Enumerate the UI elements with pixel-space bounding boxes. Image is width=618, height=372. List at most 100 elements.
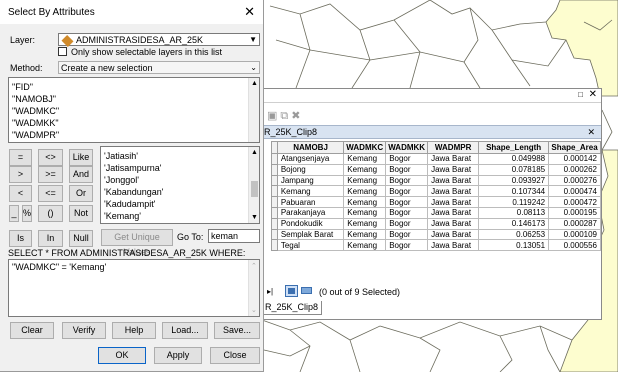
operator-and-button[interactable]: And bbox=[69, 166, 93, 183]
operator-less-than-button[interactable]: < bbox=[9, 185, 32, 202]
delete-icon[interactable]: ✖ bbox=[291, 110, 303, 122]
table-cell: 0.000262 bbox=[548, 163, 601, 176]
value-item[interactable]: 'Kabandungan' bbox=[101, 186, 259, 198]
operator-less-equal-button[interactable]: <= bbox=[38, 185, 63, 202]
where-scrollbar[interactable]: ⌃ ⌄ bbox=[248, 260, 259, 316]
scroll-thumb[interactable] bbox=[251, 181, 258, 197]
table-row[interactable]: Jampang Kemang Bogor Jawa Barat 0.093927 0.00… bbox=[271, 174, 601, 187]
field-item[interactable]: "FID" bbox=[9, 81, 259, 93]
value-item-label: 'Jatiasih' bbox=[104, 151, 138, 161]
operator-null-button[interactable]: Null bbox=[69, 230, 93, 247]
verify-button[interactable]: Verify bbox=[62, 322, 106, 339]
table-cell: 0.000276 bbox=[548, 174, 601, 187]
scroll-down-icon[interactable]: ⌄ bbox=[251, 306, 257, 314]
operator-parentheses-button[interactable]: () bbox=[38, 205, 63, 222]
operator-percent-button[interactable]: % bbox=[22, 205, 32, 222]
last-record-icon[interactable]: ▸| bbox=[267, 285, 273, 299]
table-row[interactable]: Semplak Barat Kemang Bogor Jawa Barat 0.0625… bbox=[271, 228, 601, 241]
table-cell: Bogor bbox=[385, 174, 429, 187]
operator-greater-equal-button[interactable]: >= bbox=[38, 166, 63, 183]
field-item[interactable]: "WADMKK" bbox=[9, 117, 259, 129]
ok-button[interactable]: OK bbox=[98, 347, 146, 364]
table-tab[interactable]: R_25K_Clip8 ✕ bbox=[263, 125, 601, 139]
clear-button[interactable]: Clear bbox=[10, 322, 54, 339]
operator-not-button[interactable]: Not bbox=[69, 205, 93, 222]
value-item-label: 'Kabandungan' bbox=[104, 187, 164, 197]
where-clause-editor[interactable]: "WADMKC" = 'Kemang' ⌃ ⌄ bbox=[8, 259, 260, 317]
close-tab-icon[interactable]: ✕ bbox=[587, 126, 595, 139]
close-button[interactable]: Close bbox=[210, 347, 260, 364]
table-cell: Jawa Barat bbox=[427, 228, 480, 241]
table-row[interactable]: Pondokudik Kemang Bogor Jawa Barat 0.146173 0… bbox=[271, 217, 601, 230]
help-button[interactable]: Help bbox=[112, 322, 156, 339]
table-row[interactable]: Atangsenjaya Kemang Bogor Jawa Barat 0.04998… bbox=[271, 153, 601, 165]
table-cell: Jawa Barat bbox=[427, 153, 480, 165]
value-item[interactable]: 'Jatiasih' bbox=[101, 150, 259, 162]
layer-dropdown[interactable]: ADMINISTRASIDESA_AR_25K ▼ bbox=[58, 33, 260, 47]
copy-icon[interactable]: ⧉ bbox=[280, 110, 291, 122]
table-row[interactable]: Bojong Kemang Bogor Jawa Barat 0.078185 0.000… bbox=[271, 163, 601, 176]
table-cell: Kemang bbox=[343, 153, 387, 165]
table-row[interactable]: Tegal Kemang Bogor Jawa Barat 0.13051 0.00055… bbox=[271, 239, 601, 252]
scroll-down-icon[interactable]: ▼ bbox=[251, 214, 258, 221]
operator-not-equals-button[interactable]: <> bbox=[38, 149, 63, 166]
where-clause-text: "WADMKC" = 'Kemang' bbox=[12, 262, 107, 272]
close-icon[interactable]: ✕ bbox=[244, 4, 255, 20]
operator-like-button[interactable]: Like bbox=[69, 149, 93, 166]
restore-icon[interactable]: □ bbox=[578, 90, 583, 99]
operator-equals-button[interactable]: = bbox=[9, 149, 32, 166]
scroll-up-icon[interactable]: ⌃ bbox=[251, 262, 257, 270]
operator-underscore-button[interactable]: _ bbox=[9, 205, 19, 222]
scroll-up-icon[interactable]: ▲ bbox=[251, 149, 258, 156]
field-item[interactable]: "WADMKC" bbox=[9, 105, 259, 117]
table-cell: 0.000472 bbox=[548, 196, 601, 208]
table-cell: 0.08113 bbox=[478, 206, 550, 219]
goto-input[interactable]: keman bbox=[208, 229, 260, 243]
field-item[interactable]: "WADMPR" bbox=[9, 129, 259, 141]
value-item[interactable]: 'Jonggol' bbox=[101, 174, 259, 186]
only-selectable-checkbox[interactable] bbox=[58, 47, 67, 56]
switch-selection-icon[interactable]: ▣ bbox=[267, 110, 280, 122]
table-row[interactable]: Parakanjaya Kemang Bogor Jawa Barat 0.08113 0… bbox=[271, 206, 601, 219]
scroll-up-icon[interactable]: ▲ bbox=[251, 80, 258, 87]
table-row[interactable]: Pabuaran Kemang Bogor Jawa Barat 0.119242 0.0… bbox=[271, 196, 601, 208]
get-unique-values-button[interactable]: Get Unique Values bbox=[101, 229, 173, 257]
table-cell: Kemang bbox=[343, 239, 387, 252]
show-all-records-icon[interactable] bbox=[285, 285, 298, 297]
bottom-table-tab[interactable]: R_25K_Clip8 bbox=[263, 301, 323, 315]
operator-in-button[interactable]: In bbox=[38, 230, 63, 247]
table-cell: 0.049988 bbox=[478, 153, 550, 165]
table-cell: Kemang bbox=[343, 185, 387, 198]
column-header[interactable]: Shape_Area bbox=[548, 141, 601, 154]
field-item[interactable]: "NAMOBJ" bbox=[9, 93, 259, 105]
column-header[interactable]: WADMKC bbox=[343, 141, 387, 154]
operator-or-button[interactable]: Or bbox=[69, 185, 93, 202]
value-item[interactable]: 'Kadudampit' bbox=[101, 198, 259, 210]
operator-greater-than-button[interactable]: > bbox=[9, 166, 32, 183]
column-header[interactable]: WADMKK bbox=[385, 141, 429, 154]
method-dropdown[interactable]: Create a new selection ⌄ bbox=[58, 61, 260, 74]
column-header[interactable]: Shape_Length bbox=[478, 141, 550, 154]
unique-values-list[interactable]: 'Jatiasih' 'Jatisampurna' 'Jonggol' 'Kaband… bbox=[100, 146, 260, 224]
column-header[interactable]: WADMPR bbox=[427, 141, 480, 154]
value-item[interactable]: 'Jatisampurna' bbox=[101, 162, 259, 174]
attribute-table-statusbar: ▸| (0 out of 9 Selected) bbox=[263, 285, 601, 299]
table-row[interactable]: Kemang Kemang Bogor Jawa Barat 0.107344 0.000… bbox=[271, 185, 601, 198]
table-cell: Kemang bbox=[343, 217, 387, 230]
close-icon[interactable]: ✕ bbox=[589, 89, 597, 100]
values-scrollbar[interactable]: ▲ ▼ bbox=[248, 147, 259, 223]
value-item[interactable]: 'Kemang' bbox=[101, 210, 259, 222]
apply-button[interactable]: Apply bbox=[154, 347, 202, 364]
fields-list[interactable]: "FID" "NAMOBJ" "WADMKC" "WADMKK" "WADMPR" ▲ bbox=[8, 77, 260, 143]
field-item-label: "WADMKC" bbox=[12, 106, 60, 116]
column-header[interactable]: NAMOBJ bbox=[276, 141, 345, 154]
load-button[interactable]: Load... bbox=[162, 322, 208, 339]
table-cell: Parakanjaya bbox=[276, 206, 345, 219]
save-button[interactable]: Save... bbox=[214, 322, 260, 339]
table-cell: Jampang bbox=[276, 174, 345, 187]
operator-is-button[interactable]: Is bbox=[9, 230, 32, 247]
table-cell: Jawa Barat bbox=[427, 239, 480, 252]
show-selected-records-icon[interactable] bbox=[301, 287, 312, 294]
table-cell: 0.000556 bbox=[548, 239, 601, 252]
fields-scrollbar[interactable]: ▲ bbox=[248, 78, 259, 142]
